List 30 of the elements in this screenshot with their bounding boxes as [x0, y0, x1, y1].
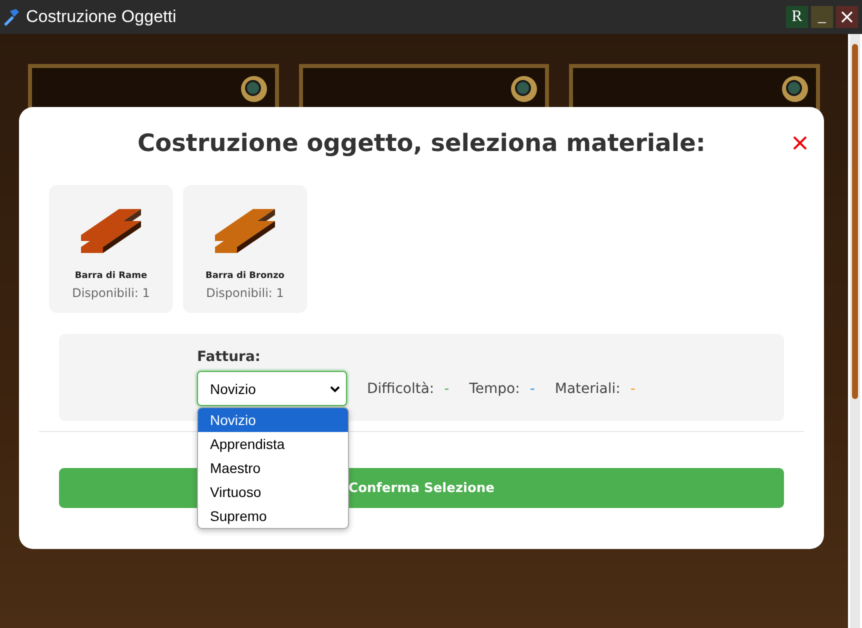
material-name: Barra di Rame	[74, 271, 148, 281]
stat-value: -	[530, 380, 535, 396]
chevron-down-icon	[330, 384, 340, 392]
scrollbar[interactable]	[850, 34, 860, 628]
stat-value: -	[630, 380, 636, 396]
close-button[interactable]	[836, 6, 858, 28]
dialog-title: Costruzione oggetto, seleziona materiale:	[136, 128, 706, 159]
hammer-icon	[2, 8, 20, 26]
close-icon	[841, 11, 853, 23]
reload-button[interactable]: R	[786, 6, 808, 28]
dropdown-option[interactable]: Virtuoso	[198, 480, 348, 504]
minimize-button[interactable]: _	[811, 6, 833, 28]
dropdown-option[interactable]: Apprendista	[198, 432, 348, 456]
dropdown-option[interactable]: Novizio	[198, 408, 348, 432]
close-icon[interactable]	[793, 136, 807, 150]
stat-label: Difficoltà:	[367, 380, 434, 396]
stat-label: Materiali:	[554, 380, 620, 396]
quality-dropdown[interactable]: Novizio	[197, 371, 347, 406]
stat-label: Tempo:	[469, 380, 520, 396]
material-available: Disponibili: 1	[206, 286, 284, 300]
material-available: Disponibili: 1	[72, 286, 150, 300]
material-card[interactable]: Barra di Rame Disponibili: 1	[49, 185, 173, 313]
magnifier-icon	[238, 74, 269, 104]
magnifier-icon	[780, 74, 810, 104]
field-label: Fattura:	[197, 349, 262, 365]
window-title: Costruzione Oggetti	[26, 7, 176, 27]
stat-value: -	[444, 380, 450, 396]
material-name: Barra di Bronzo	[206, 271, 284, 281]
material-card[interactable]: Barra di Bronzo Disponibili: 1	[183, 185, 307, 313]
magnifier-icon	[509, 74, 540, 104]
